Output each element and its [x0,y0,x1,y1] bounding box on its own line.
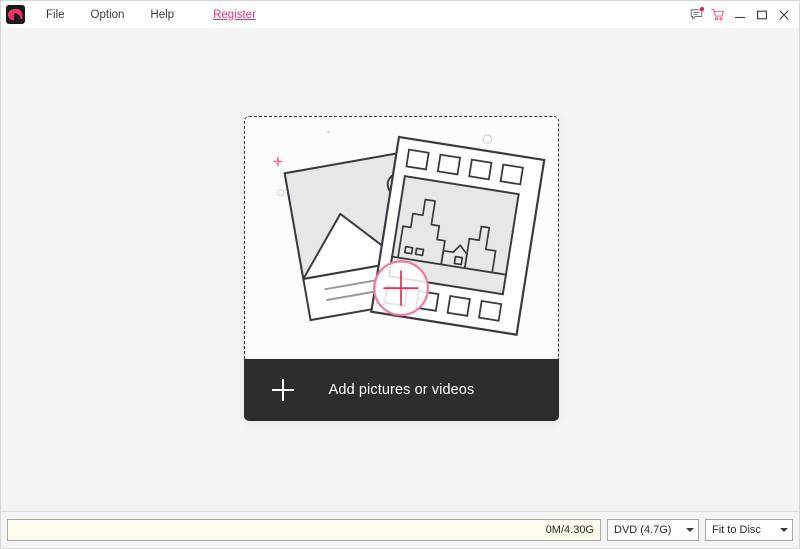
maximize-icon [756,9,768,21]
application-window: File Option Help Register [0,0,800,549]
disc-type-select[interactable]: DVD (4.7G) [607,519,699,541]
cart-button[interactable] [707,4,729,26]
main-content-area: Add pictures or videos [1,28,799,511]
feedback-button[interactable] [685,4,707,26]
minimize-icon [734,9,746,21]
menu-bar: File Option Help Register [33,4,269,26]
photos-and-filmstrip-illustration [245,117,558,359]
maximize-button[interactable] [751,4,773,26]
disc-capacity-bar[interactable]: 0M/4.30G [7,519,601,541]
close-button[interactable] [773,4,795,26]
decor-circle-right [483,135,491,143]
fit-mode-select[interactable]: Fit to Disc [705,519,793,541]
circle-plus-icon [374,261,428,315]
chevron-down-icon [686,528,694,532]
minimize-button[interactable] [729,4,751,26]
disc-capacity-label: 0M/4.30G [546,524,594,536]
title-bar: File Option Help Register [1,1,799,28]
decor-circle-small-left [278,190,284,196]
add-pictures-or-videos-button[interactable]: Add pictures or videos [244,359,559,421]
decor-plus-left [274,158,282,166]
fit-mode-value: Fit to Disc [712,524,776,536]
status-bar: 0M/4.30G DVD (4.7G) Fit to Disc wsxdn.co… [1,511,799,548]
plus-icon [272,379,294,401]
shopping-cart-icon [711,8,725,22]
disc-type-value: DVD (4.7G) [614,524,682,536]
menu-help[interactable]: Help [137,4,187,26]
chevron-down-icon [780,528,788,532]
decor-dot-top [327,131,330,134]
register-link[interactable]: Register [200,4,269,26]
window-controls [685,4,799,26]
notification-badge [700,7,704,11]
close-icon [778,9,790,21]
menu-file[interactable]: File [33,4,78,26]
menu-option[interactable]: Option [78,4,138,26]
app-logo-icon [6,5,25,24]
add-media-card: Add pictures or videos [244,116,559,421]
drop-zone[interactable] [244,116,559,359]
